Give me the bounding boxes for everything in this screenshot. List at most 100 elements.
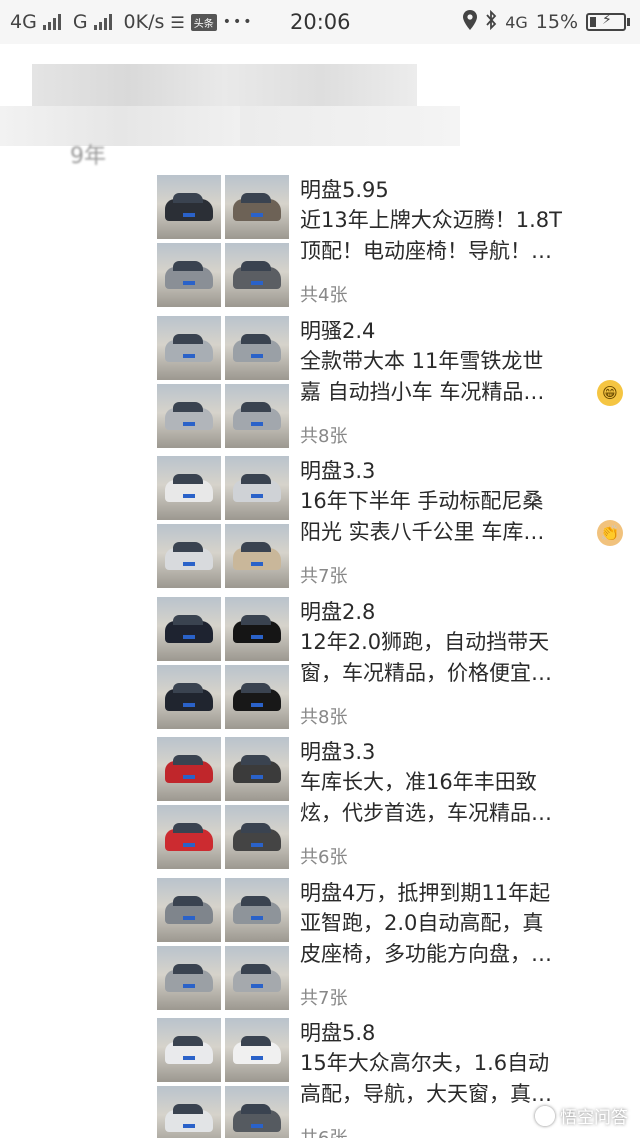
watermark: 悟空问答 <box>535 1103 628 1128</box>
location-icon <box>463 9 478 35</box>
car-photo-thumbnail[interactable] <box>157 316 221 380</box>
car-photo-thumbnail[interactable] <box>157 805 221 869</box>
blurred-text: 9年 <box>70 144 106 169</box>
grin-emoji-icon: 😁 <box>597 380 623 406</box>
car-photo-thumbnail[interactable] <box>157 456 221 520</box>
photo-count: 共7张 <box>300 988 348 1009</box>
photo-count: 共7张 <box>300 566 348 587</box>
photo-count: 共6张 <box>300 847 348 868</box>
car-photo-thumbnail[interactable] <box>157 243 221 307</box>
post-description-line: 12年2.0狮跑，自动挡带天 <box>300 630 550 654</box>
car-photo-thumbnail[interactable] <box>157 384 221 448</box>
post-description-line: 车库长大，准16年丰田致 <box>300 770 537 794</box>
post-text: 明盘4万，抵押到期11年起 亚智跑，2.0自动高配，真 皮座椅，多功能方向盘，… <box>300 878 620 970</box>
photo-grid <box>157 456 289 588</box>
car-photo-thumbnail[interactable] <box>157 1018 221 1082</box>
clock: 20:06 <box>290 10 351 34</box>
post-title: 明盘5.95 <box>300 178 389 202</box>
car-photo-thumbnail[interactable] <box>225 737 289 801</box>
database-icon: ☰ <box>170 12 185 32</box>
post-title: 明盘3.3 <box>300 740 376 764</box>
car-photo-thumbnail[interactable] <box>225 316 289 380</box>
car-photo-thumbnail[interactable] <box>157 665 221 729</box>
blurred-block <box>0 106 240 146</box>
photo-count: 共8张 <box>300 426 348 447</box>
photo-grid <box>157 737 289 869</box>
car-photo-thumbnail[interactable] <box>225 665 289 729</box>
car-photo-thumbnail[interactable] <box>157 524 221 588</box>
status-left: 4G G 0K/s ☰ 头条 ••• <box>10 0 254 44</box>
post-item[interactable]: 明盘3.3 车库长大，准16年丰田致 炫，代步首选，车况精品… 共6张 <box>157 737 640 877</box>
car-photo-thumbnail[interactable] <box>225 946 289 1010</box>
status-bar: 4G G 0K/s ☰ 头条 ••• 20:06 4G 15% ⚡ <box>0 0 640 44</box>
network-speed: 0K/s <box>123 11 165 33</box>
network-type-3: 4G <box>505 12 528 32</box>
post-item[interactable]: 明盘2.8 12年2.0狮跑，自动挡带天 窗，车况精品，价格便宜… 共8张 <box>157 597 640 737</box>
post-description-line: 嘉 自动挡小车 车况精品… <box>300 380 545 404</box>
post-description-line: 顶配！电动座椅！导航！… <box>300 239 552 263</box>
post-item[interactable]: 明盘5.95 近13年上牌大众迈腾！1.8T 顶配！电动座椅！导航！… 共4张 <box>157 175 640 315</box>
photo-count: 共8张 <box>300 707 348 728</box>
post-description-line: 皮座椅，多功能方向盘，… <box>300 942 552 966</box>
car-photo-thumbnail[interactable] <box>225 175 289 239</box>
bluetooth-icon <box>485 9 497 35</box>
battery-icon: ⚡ <box>586 12 630 31</box>
status-right: 4G 15% ⚡ <box>463 0 630 44</box>
clap-emoji-icon: 👏 <box>597 520 623 546</box>
post-text: 明盘5.8 15年大众高尔夫，1.6自动 高配，导航，大天窗，真… <box>300 1018 620 1110</box>
post-description-line: 全款带大本 11年雪铁龙世 <box>300 349 544 373</box>
post-item[interactable]: 明盘4万，抵押到期11年起 亚智跑，2.0自动高配，真 皮座椅，多功能方向盘，… 共7… <box>157 878 640 1018</box>
post-title: 明盘3.3 <box>300 459 376 483</box>
wukong-logo-icon <box>535 1105 555 1126</box>
post-description-line: 阳光 实表八千公里 车库… <box>300 520 545 544</box>
photo-grid <box>157 175 289 307</box>
battery-percent: 15% <box>535 11 578 33</box>
post-item[interactable]: 明骚2.4 全款带大本 11年雪铁龙世嘉 自动挡小车 车况精品… 共8张 😁 <box>157 316 640 456</box>
post-text: 明盘2.8 12年2.0狮跑，自动挡带天 窗，车况精品，价格便宜… <box>300 597 620 689</box>
car-photo-thumbnail[interactable] <box>225 597 289 661</box>
blurred-block <box>240 106 460 146</box>
signal-icon-2 <box>93 14 112 30</box>
post-text: 明骚2.4 全款带大本 11年雪铁龙世嘉 自动挡小车 车况精品… <box>300 316 620 408</box>
post-title: 明盘2.8 <box>300 600 376 624</box>
app-badge: 头条 <box>190 13 217 31</box>
car-photo-thumbnail[interactable] <box>157 597 221 661</box>
car-photo-thumbnail[interactable] <box>225 456 289 520</box>
post-description-line: 近13年上牌大众迈腾！1.8T <box>300 208 562 232</box>
car-photo-thumbnail[interactable] <box>225 243 289 307</box>
network-type-2: G <box>72 11 88 33</box>
post-item[interactable]: 明盘3.3 16年下半年 手动标配尼桑 阳光 实表八千公里 车库… 共7张 👏 <box>157 456 640 596</box>
car-photo-thumbnail[interactable] <box>157 175 221 239</box>
post-title: 明盘5.8 <box>300 1021 376 1045</box>
post-description-line: 亚智跑，2.0自动高配，真 <box>300 911 544 935</box>
car-photo-thumbnail[interactable] <box>225 524 289 588</box>
post-description-line: 窗，车况精品，价格便宜… <box>300 661 552 685</box>
post-text: 明盘3.3 车库长大，准16年丰田致 炫，代步首选，车况精品… <box>300 737 620 829</box>
car-photo-thumbnail[interactable] <box>225 384 289 448</box>
post-title: 明盘4万，抵押到期11年起 <box>300 881 551 905</box>
signal-icon <box>42 14 61 30</box>
blurred-block <box>32 64 417 108</box>
watermark-text: 悟空问答 <box>560 1108 628 1128</box>
photo-count: 共6张 <box>300 1124 347 1138</box>
photo-count: 共4张 <box>300 285 348 306</box>
post-title: 明骚2.4 <box>300 319 376 343</box>
post-description-line: 16年下半年 手动标配尼桑 <box>300 489 544 513</box>
car-photo-thumbnail[interactable] <box>225 878 289 942</box>
car-photo-thumbnail[interactable] <box>225 805 289 869</box>
car-photo-thumbnail[interactable] <box>225 1018 289 1082</box>
post-description-line: 炫，代步首选，车况精品… <box>300 801 552 825</box>
network-type-1: 4G <box>10 11 37 33</box>
car-photo-thumbnail[interactable] <box>157 737 221 801</box>
photo-grid <box>157 878 289 1010</box>
photo-grid <box>157 597 289 729</box>
car-photo-thumbnail[interactable] <box>225 1086 289 1138</box>
car-photo-thumbnail[interactable] <box>157 1086 221 1138</box>
more-notifications-icon: ••• <box>222 14 254 30</box>
car-photo-thumbnail[interactable] <box>157 878 221 942</box>
post-description-line: 15年大众高尔夫，1.6自动 <box>300 1051 550 1075</box>
post-text: 明盘5.95 近13年上牌大众迈腾！1.8T 顶配！电动座椅！导航！… <box>300 175 620 267</box>
car-photo-thumbnail[interactable] <box>157 946 221 1010</box>
photo-grid <box>157 1018 289 1138</box>
post-text: 明盘3.3 16年下半年 手动标配尼桑 阳光 实表八千公里 车库… <box>300 456 620 548</box>
